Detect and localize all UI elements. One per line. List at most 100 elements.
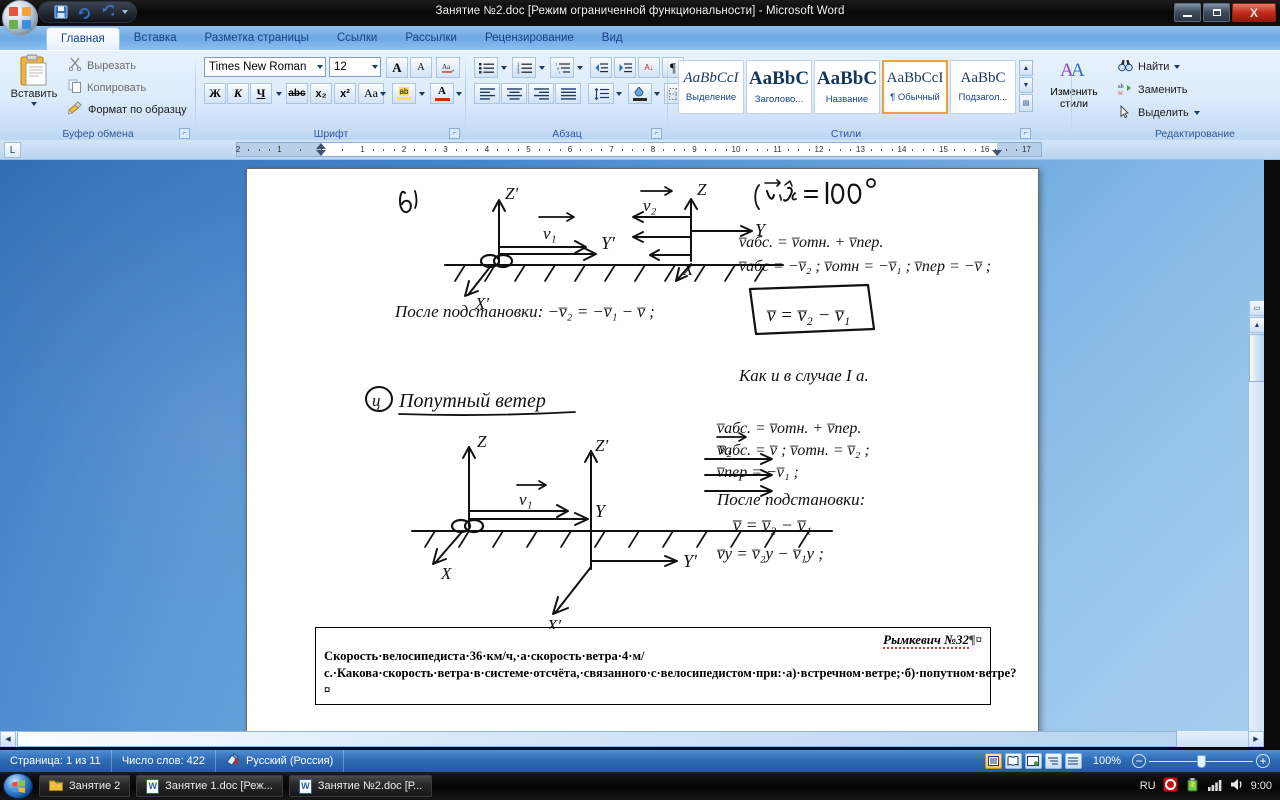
font-dialog-launcher[interactable]: ⌐ <box>449 128 460 139</box>
zoom-level-label[interactable]: 100% <box>1093 755 1121 767</box>
tab-page-layout[interactable]: Разметка страницы <box>191 27 323 50</box>
styles-more-button[interactable]: ▤ <box>1019 94 1033 112</box>
change-case-dropdown-icon[interactable] <box>380 92 386 96</box>
clipboard-dialog-launcher[interactable]: ⌐ <box>179 128 190 139</box>
sort-button[interactable]: А↓ <box>638 57 660 78</box>
horizontal-scrollbar[interactable]: ◀ ▶ <box>0 731 1264 747</box>
select-button[interactable]: Выделить <box>1118 102 1200 124</box>
styles-scroll-down-button[interactable]: ▼ <box>1019 77 1033 93</box>
save-icon[interactable] <box>53 4 69 20</box>
bullets-dropdown-icon[interactable] <box>501 66 507 70</box>
horizontal-scroll-thumb[interactable] <box>17 731 1177 747</box>
tab-stop-selector[interactable]: L <box>4 142 21 158</box>
font-color-button[interactable]: A <box>430 83 454 104</box>
copy-button[interactable]: Копировать <box>68 79 146 96</box>
undo-icon[interactable] <box>99 4 115 20</box>
change-styles-button[interactable]: AA Изменить стили <box>1044 57 1104 110</box>
view-outline-button[interactable] <box>1044 753 1062 769</box>
format-painter-button[interactable]: Формат по образцу <box>67 101 187 118</box>
multilevel-list-button[interactable]: 1ai <box>550 57 574 78</box>
grow-font-button[interactable]: A <box>386 57 408 78</box>
tab-view[interactable]: Вид <box>588 27 637 50</box>
multilevel-dropdown-icon[interactable] <box>577 66 583 70</box>
styles-dialog-launcher[interactable]: ⌐ <box>1020 128 1031 139</box>
record-icon[interactable] <box>1163 777 1178 795</box>
scroll-left-button[interactable]: ◀ <box>0 731 16 747</box>
input-language-indicator[interactable]: RU <box>1140 780 1156 792</box>
font-name-combo[interactable]: Times New Roman <box>204 57 326 77</box>
horizontal-ruler[interactable]: 2 1 1 2 3 4 5 6 7 8 9 10 11 12 13 14 15 16 17 <box>236 142 1042 157</box>
numbering-dropdown-icon[interactable] <box>539 66 545 70</box>
battery-icon[interactable] <box>1185 777 1201 795</box>
close-button[interactable]: X <box>1232 3 1276 22</box>
view-print-layout-button[interactable] <box>984 753 1002 769</box>
find-dropdown-icon[interactable] <box>1174 65 1181 69</box>
tab-references[interactable]: Ссылки <box>323 27 392 50</box>
shading-button[interactable] <box>628 83 652 104</box>
signal-icon[interactable] <box>1207 778 1223 794</box>
align-left-button[interactable] <box>474 83 500 104</box>
styles-scroll-up-button[interactable]: ▲ <box>1019 60 1033 76</box>
increase-indent-button[interactable] <box>614 57 636 78</box>
taskbar-item-doc2[interactable]: Занятие №2.doc [Р... <box>288 775 433 797</box>
font-color-dropdown-icon[interactable] <box>456 92 462 96</box>
volume-icon[interactable] <box>1230 778 1244 794</box>
decrease-indent-button[interactable] <box>590 57 612 78</box>
taskbar-item-doc1[interactable]: Занятие 1.doc [Реж... <box>136 775 283 797</box>
zoom-slider-handle[interactable] <box>1197 755 1206 768</box>
justify-button[interactable] <box>555 83 581 104</box>
strikethrough-button[interactable]: abc <box>286 83 308 104</box>
style-item-4[interactable]: AaBbC Подзагол... <box>950 60 1016 114</box>
taskbar-item-folder[interactable]: Занятие 2 <box>39 775 131 797</box>
scroll-right-button[interactable]: ▶ <box>1248 731 1264 747</box>
view-web-layout-button[interactable] <box>1024 753 1042 769</box>
align-center-button[interactable] <box>501 83 527 104</box>
find-button[interactable]: Найти <box>1118 56 1181 78</box>
replace-button[interactable]: ab ac Заменить <box>1118 79 1187 101</box>
styles-scroll-buttons[interactable]: ▲ ▼ ▤ <box>1019 60 1033 112</box>
minimize-button[interactable] <box>1174 3 1201 22</box>
zoom-in-button[interactable]: + <box>1256 754 1270 768</box>
superscript-button[interactable]: x² <box>334 83 356 104</box>
qat-more-icon[interactable] <box>122 10 128 14</box>
view-draft-button[interactable] <box>1064 753 1082 769</box>
paragraph-dialog-launcher[interactable]: ⌐ <box>651 128 662 139</box>
restore-button[interactable] <box>1203 3 1230 22</box>
line-spacing-button[interactable] <box>588 83 614 104</box>
style-item-0[interactable]: AaBbCcI Выделение <box>678 60 744 114</box>
bold-button[interactable]: Ж <box>204 83 226 104</box>
font-name-dropdown-icon[interactable] <box>317 65 323 69</box>
vertical-scrollbar[interactable]: ▭ ▲ ▼ ⇞ ◉ ⇟ <box>1248 300 1264 747</box>
paste-dropdown-icon[interactable] <box>31 102 37 106</box>
italic-button[interactable]: К <box>227 83 249 104</box>
zoom-out-button[interactable]: − <box>1132 754 1146 768</box>
subscript-button[interactable]: x₂ <box>310 83 332 104</box>
styles-gallery[interactable]: AaBbCcI Выделение AaBbC Заголово... AaBb… <box>678 60 1016 114</box>
document-workspace[interactable]: Z′ Y′ v₁ X′ Z Y X v₂ v̅абс. = v̅отн. + v… <box>0 160 1264 747</box>
language-indicator[interactable]: Русский (Россия) <box>216 750 345 772</box>
view-full-screen-reading-button[interactable] <box>1004 753 1022 769</box>
style-item-3[interactable]: AaBbCcI ¶ Обычный <box>882 60 948 114</box>
highlight-button[interactable]: ab <box>392 83 416 104</box>
style-item-1[interactable]: AaBbC Заголово... <box>746 60 812 114</box>
line-spacing-dropdown-icon[interactable] <box>616 92 622 96</box>
clock[interactable]: 9:00 <box>1251 780 1272 792</box>
start-button[interactable] <box>3 773 33 799</box>
zoom-slider[interactable] <box>1149 754 1253 768</box>
scroll-up-button[interactable]: ▲ <box>1249 317 1264 333</box>
quick-access-toolbar[interactable] <box>38 1 137 23</box>
highlight-dropdown-icon[interactable] <box>419 92 425 96</box>
font-size-combo[interactable]: 12 <box>329 57 381 77</box>
underline-button[interactable]: Ч <box>250 83 272 104</box>
redo-icon[interactable] <box>76 4 92 20</box>
tab-mailings[interactable]: Рассылки <box>391 27 471 50</box>
style-item-2[interactable]: AaBbC Название <box>814 60 880 114</box>
word-count[interactable]: Число слов: 422 <box>112 750 216 772</box>
document-page[interactable]: Z′ Y′ v₁ X′ Z Y X v₂ v̅абс. = v̅отн. + v… <box>246 168 1039 740</box>
shading-dropdown-icon[interactable] <box>654 92 660 96</box>
tab-insert[interactable]: Вставка <box>120 27 191 50</box>
tab-home[interactable]: Главная <box>46 27 120 50</box>
split-bar-button[interactable]: ▭ <box>1249 300 1264 316</box>
shrink-font-button[interactable]: A <box>410 57 432 78</box>
underline-dropdown-icon[interactable] <box>276 92 282 96</box>
